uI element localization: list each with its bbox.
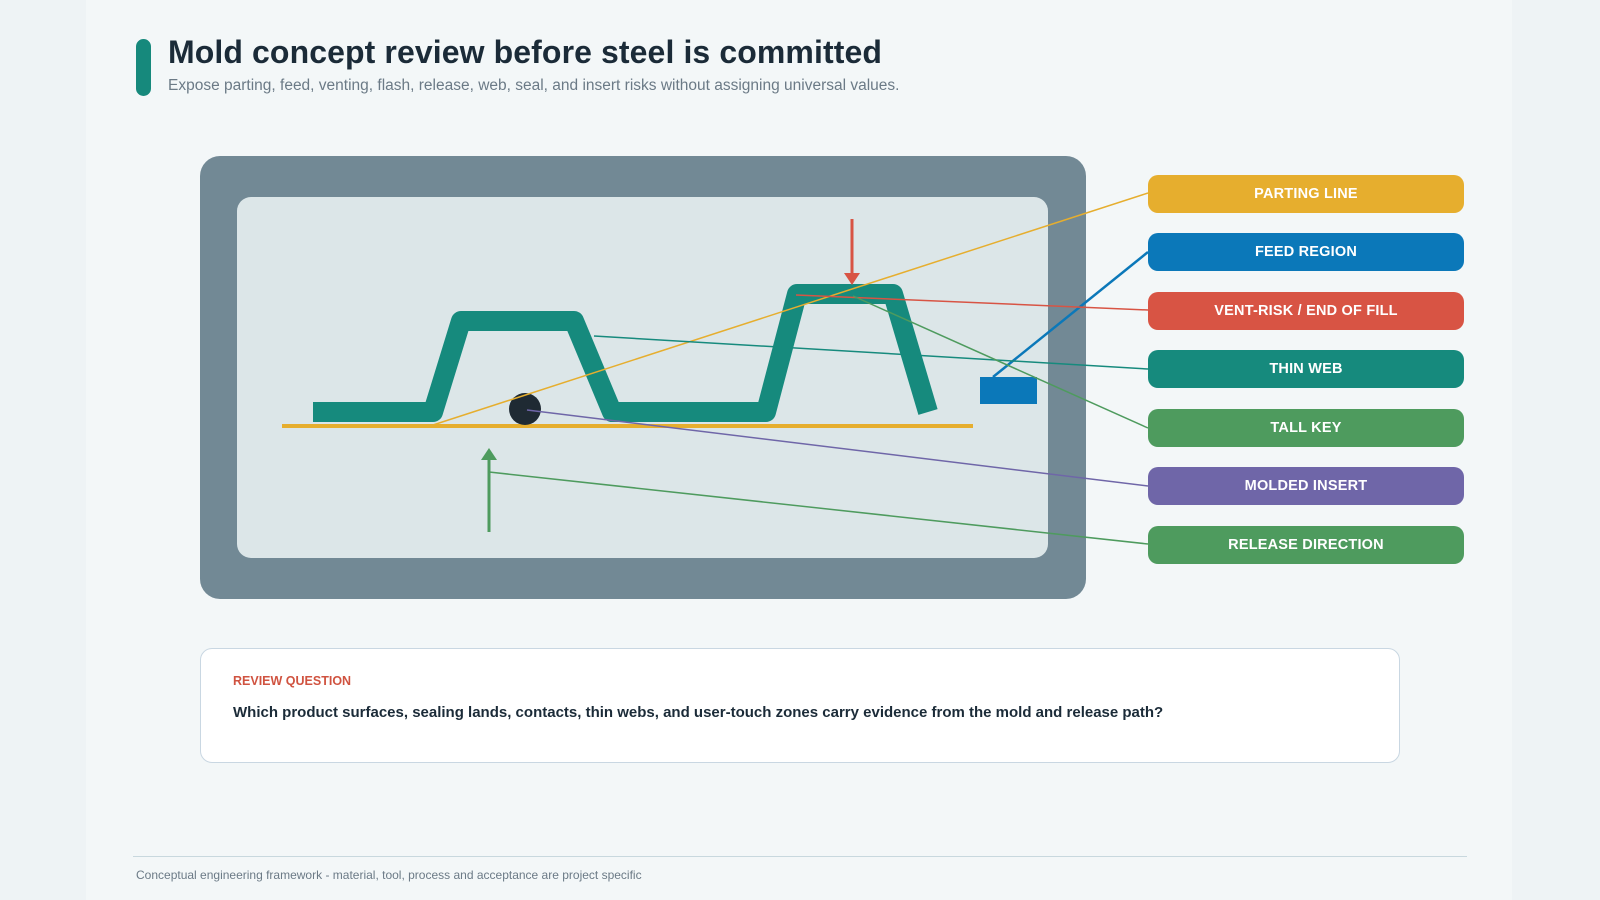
feed-region-block <box>980 377 1037 404</box>
callout-feed-region: FEED REGION <box>1148 233 1464 271</box>
review-question-card: REVIEW QUESTION Which product surfaces, … <box>200 648 1400 763</box>
mold-diagram <box>200 156 1149 599</box>
review-question-kicker: REVIEW QUESTION <box>233 674 352 688</box>
molded-insert-circle <box>509 393 541 425</box>
footer-note: Conceptual engineering framework - mater… <box>136 868 642 882</box>
callout-vent-risk: VENT-RISK / END OF FILL <box>1148 292 1464 330</box>
callout-tall-key: TALL KEY <box>1148 409 1464 447</box>
callout-thin-web: THIN WEB <box>1148 350 1464 388</box>
callout-molded-insert: MOLDED INSERT <box>1148 467 1464 505</box>
footer-divider <box>133 856 1467 857</box>
review-question-text: Which product surfaces, sealing lands, c… <box>233 704 1164 721</box>
callout-release-direction: RELEASE DIRECTION <box>1148 526 1464 564</box>
callout-parting-line: PARTING LINE <box>1148 175 1464 213</box>
